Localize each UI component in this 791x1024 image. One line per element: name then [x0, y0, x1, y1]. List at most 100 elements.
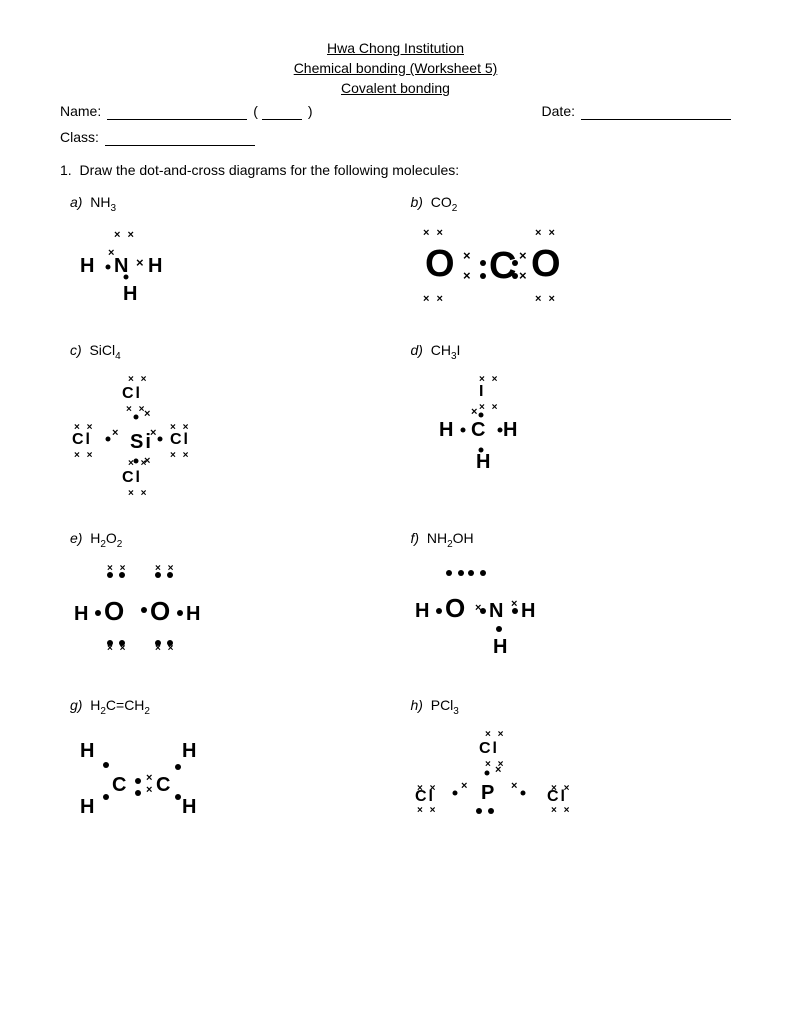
- paren-close: ): [308, 103, 313, 119]
- svg-text:H: H: [80, 255, 96, 277]
- diagram-sicl4: c) SiCl4 × × Cl × × × × Cl × × Si: [60, 336, 391, 504]
- label-nh2oh: f) NH2OH: [411, 530, 722, 550]
- svg-text:Cl: Cl: [72, 431, 92, 448]
- svg-text:× ×: × ×: [128, 374, 148, 385]
- svg-text:H: H: [80, 796, 96, 818]
- svg-text:×: ×: [463, 248, 473, 263]
- svg-text:N: N: [489, 600, 505, 622]
- question-section: 1. Draw the dot-and-cross diagrams for t…: [60, 162, 731, 859]
- svg-text:× ×: × ×: [170, 450, 190, 461]
- svg-text:O: O: [445, 593, 467, 623]
- svg-text:× ×: × ×: [107, 563, 127, 574]
- svg-text:× ×: × ×: [417, 783, 437, 794]
- label-h2o2: e) H2O2: [70, 530, 381, 550]
- h2cch2-svg: H C H × × C H: [70, 723, 290, 833]
- svg-text:× ×: × ×: [155, 563, 175, 574]
- svg-text:O: O: [425, 243, 457, 285]
- svg-text:× ×: × ×: [423, 227, 445, 239]
- svg-text:×: ×: [144, 455, 152, 467]
- svg-text:H: H: [182, 796, 198, 818]
- svg-text:×: ×: [108, 247, 116, 259]
- svg-text:× ×: × ×: [535, 227, 557, 239]
- diagram-pcl3: h) PCl3 × × Cl × × P × × Cl: [401, 691, 732, 859]
- svg-text:Cl: Cl: [170, 431, 190, 448]
- ch3i-svg: × × I × × C H H H: [411, 368, 591, 488]
- label-pcl3: h) PCl3: [411, 697, 722, 717]
- nh3-svg: H N × × × H H ×: [70, 220, 230, 310]
- svg-text:C: C: [112, 774, 128, 796]
- structure-co2: × × O × × C × ×: [411, 220, 722, 310]
- svg-text:I: I: [479, 383, 485, 400]
- svg-text:× ×: × ×: [155, 643, 175, 654]
- svg-text:H: H: [415, 600, 431, 622]
- question-text: 1. Draw the dot-and-cross diagrams for t…: [60, 162, 731, 178]
- svg-text:×: ×: [136, 255, 146, 270]
- svg-text:× ×: × ×: [128, 488, 148, 498]
- svg-text:×: ×: [475, 602, 483, 614]
- date-field[interactable]: [581, 102, 731, 120]
- svg-text:H: H: [148, 255, 164, 277]
- pcl3-svg: × × Cl × × P × × Cl × × ×: [411, 723, 611, 853]
- svg-text:H: H: [186, 603, 202, 625]
- class-label: Class:: [60, 129, 99, 145]
- svg-text:O: O: [150, 596, 172, 626]
- institution-name: Hwa Chong Institution: [60, 40, 731, 56]
- svg-text:× ×: × ×: [74, 450, 94, 461]
- structure-nh3: H N × × × H H ×: [70, 220, 381, 310]
- structure-nh2oh: H O N H: [411, 555, 722, 665]
- svg-text:×: ×: [112, 427, 120, 439]
- svg-text:×: ×: [471, 406, 479, 418]
- structure-sicl4: × × Cl × × × × Cl × × Si × ×: [70, 368, 381, 498]
- svg-text:Cl: Cl: [122, 385, 142, 402]
- svg-text:× ×: × ×: [417, 805, 437, 816]
- svg-text:× ×: × ×: [107, 643, 127, 654]
- diagrams-grid: a) NH3 H N × × × H H: [60, 188, 731, 859]
- svg-text:C: C: [489, 245, 518, 287]
- diagram-co2: b) CO2 × × O × × C: [401, 188, 732, 316]
- diagram-nh2oh: f) NH2OH H O N: [401, 524, 732, 672]
- nh2oh-svg: H O N H: [411, 555, 631, 665]
- svg-text:H: H: [476, 451, 492, 473]
- svg-text:C: C: [471, 419, 487, 441]
- svg-text:H: H: [123, 283, 139, 305]
- date-label: Date:: [542, 103, 575, 119]
- svg-text:×: ×: [519, 248, 529, 263]
- svg-text:H: H: [80, 740, 96, 762]
- chinese-name-field[interactable]: [262, 102, 302, 120]
- svg-text:H: H: [493, 636, 509, 658]
- svg-text:Cl: Cl: [122, 469, 142, 486]
- question-number: 1.: [60, 162, 72, 178]
- diagram-ch3i: d) CH3I × × I × × C H: [401, 336, 732, 504]
- svg-text:×: ×: [463, 268, 473, 283]
- svg-text:H: H: [182, 740, 198, 762]
- svg-text:H: H: [503, 419, 519, 441]
- svg-text:×: ×: [461, 780, 469, 792]
- name-field[interactable]: [107, 102, 247, 120]
- svg-text:Cl: Cl: [479, 740, 499, 757]
- question-body: Draw the dot-and-cross diagrams for the …: [79, 162, 459, 178]
- class-row: Class:: [60, 128, 731, 146]
- svg-text:×: ×: [511, 780, 519, 792]
- svg-text:C: C: [156, 774, 172, 796]
- worksheet-title: Chemical bonding (Worksheet 5): [60, 60, 731, 76]
- label-sicl4: c) SiCl4: [70, 342, 381, 362]
- structure-h2o2: H O × × × × O: [70, 555, 381, 655]
- svg-text:×: ×: [146, 772, 154, 784]
- sicl4-svg: × × Cl × × × × Cl × × Si × ×: [70, 368, 250, 498]
- page-header: Hwa Chong Institution Chemical bonding (…: [60, 40, 731, 96]
- svg-text:× ×: × ×: [423, 293, 445, 305]
- svg-text:× ×: × ×: [535, 293, 557, 305]
- class-field[interactable]: [105, 128, 255, 146]
- svg-text:×: ×: [495, 764, 503, 776]
- svg-text:H: H: [439, 419, 455, 441]
- paren-open: (: [253, 103, 258, 119]
- svg-text:×: ×: [150, 427, 158, 439]
- svg-text:O: O: [531, 243, 563, 285]
- diagram-h2o2: e) H2O2 H O × ×: [60, 524, 391, 672]
- svg-text:× ×: × ×: [114, 229, 136, 241]
- topic-title: Covalent bonding: [60, 80, 731, 96]
- svg-text:P: P: [481, 782, 496, 804]
- svg-text:× ×: × ×: [485, 729, 505, 740]
- label-h2cch2: g) H2C=CH2: [70, 697, 381, 717]
- label-co2: b) CO2: [411, 194, 722, 214]
